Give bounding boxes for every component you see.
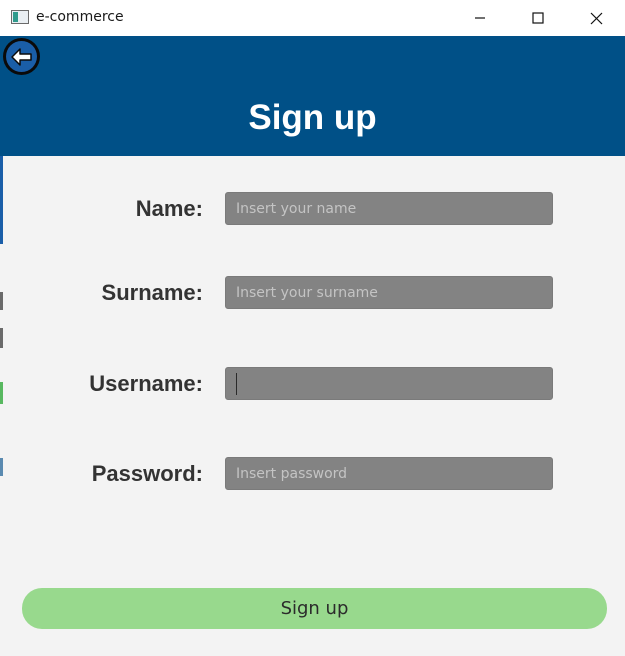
- back-button[interactable]: [3, 38, 40, 75]
- password-input[interactable]: [225, 457, 553, 490]
- username-label: Username:: [89, 371, 203, 396]
- page-title: Sign up: [248, 98, 377, 137]
- close-icon: [590, 12, 602, 24]
- text-caret: [236, 373, 237, 395]
- minimize-icon: [475, 17, 485, 19]
- password-label: Password:: [91, 461, 203, 486]
- minimize-button[interactable]: [451, 0, 509, 36]
- name-label: Name:: [135, 196, 203, 221]
- title-bar: e-commerce: [0, 0, 625, 36]
- username-row: Username:: [0, 367, 625, 401]
- name-row: Name:: [0, 192, 625, 226]
- maximize-icon: [532, 12, 544, 24]
- surname-row: Surname:: [0, 276, 625, 310]
- close-button[interactable]: [567, 0, 625, 36]
- back-arrow-icon: [10, 47, 32, 66]
- background-window-edge: [0, 156, 3, 656]
- maximize-button[interactable]: [509, 0, 567, 36]
- surname-input[interactable]: [225, 276, 553, 309]
- app-window-icon: [11, 10, 29, 24]
- signup-button[interactable]: Sign up: [22, 588, 607, 629]
- username-input[interactable]: [225, 367, 553, 400]
- name-input[interactable]: [225, 192, 553, 225]
- surname-label: Surname:: [101, 280, 203, 305]
- page-header: Sign up: [0, 36, 625, 156]
- password-row: Password:: [0, 457, 625, 491]
- window-title: e-commerce: [36, 9, 124, 25]
- app-window: e-commerce Sign up Name: Insert your nam…: [0, 0, 625, 656]
- back-button-face: [6, 41, 37, 72]
